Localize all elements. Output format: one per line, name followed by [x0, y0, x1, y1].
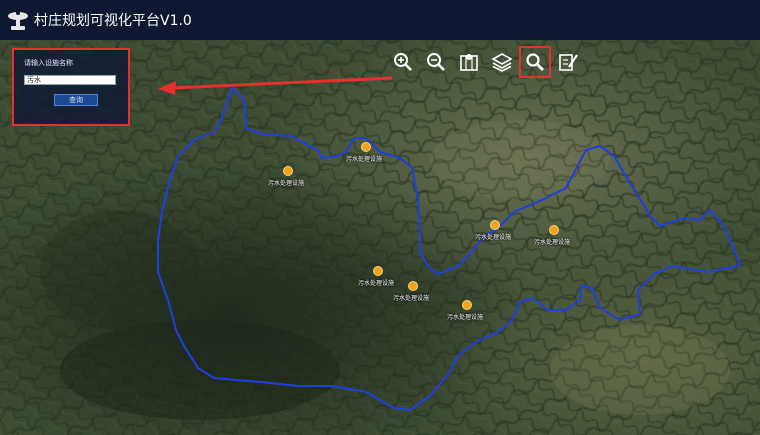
app-title: 村庄规划可视化平台V1.0	[34, 13, 192, 29]
facility-label: 污水处理设施	[447, 314, 484, 321]
facility-marker[interactable]	[361, 142, 371, 152]
zoom-in-button[interactable]	[390, 49, 416, 75]
facility-label: 污水处理设施	[358, 280, 395, 287]
facility-label: 污水处理设施	[268, 180, 305, 187]
facility-marker[interactable]	[283, 166, 293, 176]
facility-marker[interactable]	[490, 220, 500, 230]
query-button[interactable]: 查询	[54, 94, 98, 106]
facility-marker[interactable]	[408, 281, 418, 291]
facility-marker[interactable]	[549, 225, 559, 235]
facility-marker[interactable]	[462, 300, 472, 310]
edit-icon	[559, 54, 578, 71]
zoom-out-button[interactable]	[423, 49, 449, 75]
facility-search-input[interactable]: 污水	[24, 75, 116, 85]
layers-icon	[491, 53, 513, 72]
facility-label: 污水处理设施	[475, 234, 512, 241]
edit-button[interactable]	[555, 49, 581, 75]
platform-logo-icon	[8, 11, 28, 30]
facility-label: 污水处理设施	[393, 295, 430, 302]
facility-marker[interactable]	[373, 266, 383, 276]
search-prompt-label: 请输入设施名称	[24, 59, 73, 67]
zoom-out-icon	[427, 53, 445, 71]
map-location-button[interactable]	[456, 49, 482, 75]
facility-label: 污水处理设施	[346, 156, 383, 163]
search-button[interactable]	[519, 46, 551, 78]
layers-button[interactable]	[489, 49, 515, 75]
zoom-in-icon	[394, 53, 412, 71]
facility-search-panel: 请输入设施名称 污水 查询	[12, 48, 130, 126]
title-bar: 村庄规划可视化平台V1.0	[0, 0, 760, 41]
search-icon	[526, 53, 544, 71]
map-location-icon	[460, 54, 478, 71]
facility-label: 污水处理设施	[534, 239, 571, 246]
